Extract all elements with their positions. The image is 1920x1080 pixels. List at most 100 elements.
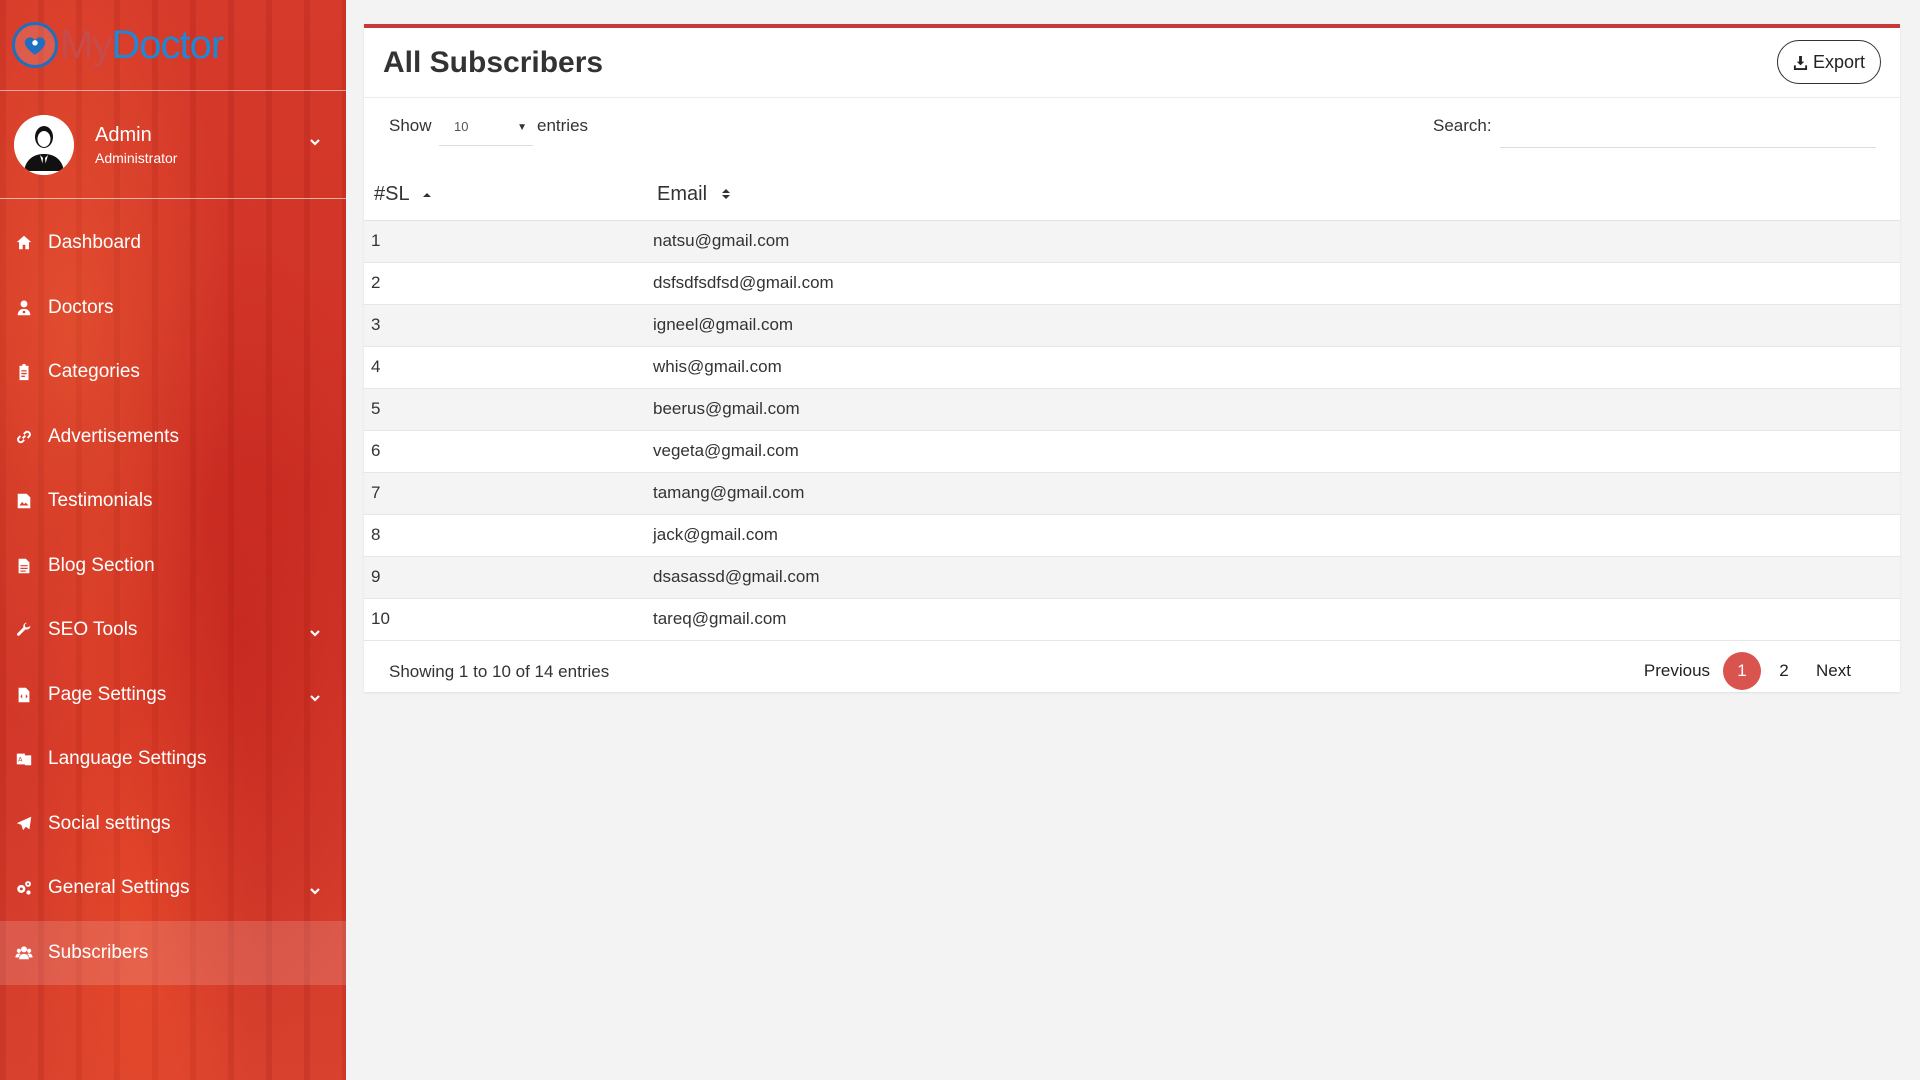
column-header-label: Email [657, 183, 708, 206]
cell-email: igneel@gmail.com [653, 304, 1900, 347]
sidebar-item-label: Subscribers [48, 941, 149, 963]
users-icon [14, 943, 34, 963]
entries-label: entries [537, 116, 589, 135]
card-header: All Subscribers Export [364, 28, 1900, 98]
previous-button[interactable]: Previous [1633, 652, 1721, 690]
table-controls: Show 10 ▼ entries Search: [364, 98, 1900, 170]
cell-sl: 3 [364, 304, 653, 347]
avatar [14, 114, 74, 175]
sidebar-item-label: General Settings [48, 877, 190, 899]
caret-down-icon: ▼ [517, 122, 527, 133]
table-row: 8 jack@gmail.com [364, 514, 1900, 557]
page-title: All Subscribers [383, 45, 604, 79]
home-icon [14, 233, 34, 253]
user-panel[interactable]: Admin Administrator [0, 91, 346, 199]
cell-email: dsfsdfsdfsd@gmail.com [653, 262, 1900, 305]
sidebar-item-subscribers[interactable]: Subscribers [0, 920, 346, 985]
sort-asc-icon [422, 183, 432, 206]
table-row: 6 vegeta@gmail.com [364, 430, 1900, 473]
export-label: Export [1812, 51, 1865, 72]
sidebar-item-social-settings[interactable]: Social settings [0, 792, 346, 857]
cell-email: whis@gmail.com [653, 346, 1900, 389]
logo-text-doctor: Doctor [111, 22, 224, 67]
gears-icon [14, 878, 34, 898]
chevron-down-icon [308, 882, 322, 904]
logo[interactable]: MyDoctor [0, 0, 346, 91]
column-header-sl[interactable]: #SL [364, 170, 653, 221]
table-row: 10 tareq@gmail.com [364, 598, 1900, 641]
cell-email: tamang@gmail.com [653, 472, 1900, 515]
search-input[interactable] [1500, 108, 1876, 148]
sidebar-item-page-settings[interactable]: Page Settings [0, 663, 346, 728]
sidebar-item-label: Blog Section [48, 554, 155, 576]
chevron-down-icon[interactable] [308, 135, 322, 154]
sidebar-item-general-settings[interactable]: General Settings [0, 856, 346, 921]
page-2-button[interactable]: 2 [1765, 652, 1803, 690]
sidebar-item-label: Language Settings [48, 748, 207, 770]
table-row: 5 beerus@gmail.com [364, 388, 1900, 431]
table-row: 1 natsu@gmail.com [364, 220, 1900, 263]
logo-text-my: My [60, 22, 112, 67]
sidebar-item-label: Categories [48, 361, 140, 383]
cell-sl: 5 [364, 388, 653, 431]
sidebar-item-seo-tools[interactable]: SEO Tools [0, 598, 346, 663]
pagination: Previous 1 2 Next [1633, 651, 1862, 690]
sidebar-item-label: Doctors [48, 296, 114, 318]
user-role: Administrator [95, 149, 178, 166]
paper-plane-icon [14, 814, 34, 834]
chevron-down-icon [308, 624, 322, 646]
chevron-down-icon [308, 689, 322, 711]
table-row: 9 dsasassd@gmail.com [364, 556, 1900, 599]
document-icon [14, 556, 34, 576]
download-icon [1793, 55, 1808, 70]
sidebar-item-dashboard[interactable]: Dashboard [0, 211, 346, 276]
table-row: 3 igneel@gmail.com [364, 304, 1900, 347]
cell-email: vegeta@gmail.com [653, 430, 1900, 473]
cell-sl: 1 [364, 220, 653, 263]
cell-sl: 8 [364, 514, 653, 557]
column-header-email[interactable]: Email [653, 170, 1900, 221]
column-header-label: #SL [374, 183, 409, 206]
sidebar-item-advertisements[interactable]: Advertisements [0, 405, 346, 470]
language-icon: A [14, 749, 34, 769]
sidebar-item-categories[interactable]: Categories [0, 340, 346, 405]
logo-heart-icon [12, 22, 58, 68]
logo-text: MyDoctor [60, 22, 224, 68]
sidebar-item-language-settings[interactable]: A Language Settings [0, 727, 346, 792]
table-info: Showing 1 to 10 of 14 entries [389, 661, 610, 681]
clipboard-icon [14, 362, 34, 382]
cell-email: beerus@gmail.com [653, 388, 1900, 431]
sidebar-item-testimonials[interactable]: Testimonials [0, 469, 346, 534]
cell-sl: 9 [364, 556, 653, 599]
entries-length-value: 10 [454, 119, 469, 134]
next-button[interactable]: Next [1805, 652, 1862, 690]
cell-email: natsu@gmail.com [653, 220, 1900, 263]
user-name: Admin [95, 123, 152, 146]
sidebar-nav: Dashboard Doctors Categories Advertiseme… [0, 211, 346, 985]
svg-text:A: A [18, 757, 23, 764]
sidebar-item-label: Page Settings [48, 683, 167, 705]
sidebar-item-blog-section[interactable]: Blog Section [0, 534, 346, 599]
sidebar-item-label: Dashboard [48, 232, 141, 254]
sidebar-item-doctors[interactable]: Doctors [0, 276, 346, 341]
export-button[interactable]: Export [1776, 40, 1881, 84]
cell-email: tareq@gmail.com [653, 598, 1900, 641]
table-header-row: #SL Email [364, 170, 1900, 221]
subscribers-card: All Subscribers Export Show 10 ▼ entries… [364, 24, 1900, 692]
cell-sl: 2 [364, 262, 653, 305]
show-label: Show [389, 116, 432, 135]
page-1-button[interactable]: 1 [1723, 651, 1762, 690]
sidebar-item-label: SEO Tools [48, 619, 138, 641]
table-row: 4 whis@gmail.com [364, 346, 1900, 389]
sidebar-item-label: Testimonials [48, 490, 153, 512]
table-footer: Showing 1 to 10 of 14 entries Previous 1… [364, 641, 1900, 703]
subscribers-table: #SL Email 1 natsu@gmail.com 2 dsfsdfsdfsd@… [364, 170, 1900, 641]
cell-sl: 6 [364, 430, 653, 473]
sidebar-item-label: Advertisements [48, 425, 179, 447]
entries-length-select[interactable]: 10 ▼ [439, 108, 533, 146]
file-code-icon [14, 685, 34, 705]
cell-email: dsasassd@gmail.com [653, 556, 1900, 599]
sort-both-icon [721, 183, 731, 206]
search-label: Search: [1433, 116, 1492, 135]
sidebar: MyDoctor Admin Administrator Dashboard D [0, 0, 346, 1080]
